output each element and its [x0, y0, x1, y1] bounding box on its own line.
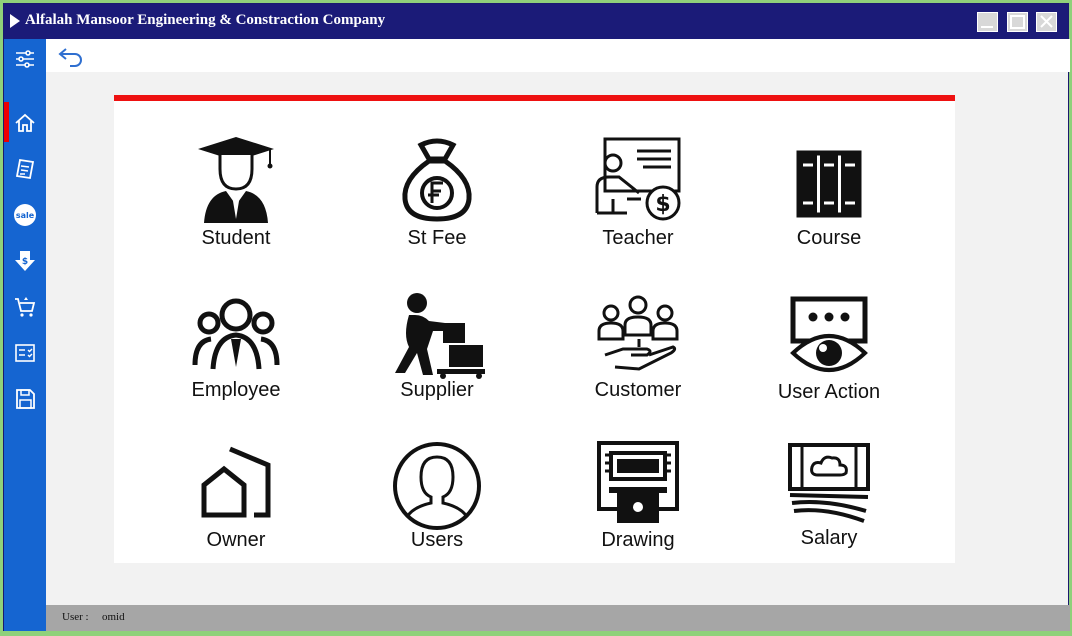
- houses-icon: [201, 446, 271, 518]
- team-icon: [192, 298, 280, 370]
- tile-users[interactable]: Users: [367, 441, 507, 571]
- graduate-icon: [198, 137, 274, 223]
- close-button[interactable]: [1036, 12, 1057, 32]
- maximize-icon: [1010, 15, 1025, 29]
- svg-text:$: $: [655, 192, 670, 217]
- tile-label: Teacher: [602, 227, 674, 249]
- tile-label: Customer: [594, 379, 682, 401]
- tile-st-fee[interactable]: St Fee: [367, 135, 507, 265]
- maximize-button[interactable]: [1007, 12, 1028, 32]
- tile-label: Course: [796, 227, 862, 249]
- tile-label: Owner: [206, 529, 266, 551]
- atm-icon: [597, 441, 679, 523]
- tile-owner[interactable]: Owner: [166, 441, 306, 571]
- tile-label: Salary: [800, 527, 858, 549]
- sidebar-item-payment[interactable]: $: [4, 243, 46, 279]
- svg-text:sale: sale: [16, 211, 35, 220]
- sale-badge-icon: sale: [14, 204, 36, 226]
- teacher-board-icon: $: [595, 137, 681, 221]
- customers-hand-icon: [597, 295, 679, 371]
- settings-sliders-icon: [16, 50, 34, 68]
- sidebar: sale $: [4, 39, 46, 631]
- tile-label: St Fee: [407, 227, 467, 249]
- cart-return-icon: [15, 297, 36, 317]
- app-window: Alfalah Mansoor Engineering & Constracti…: [3, 3, 1070, 631]
- sidebar-item-sale[interactable]: sale: [4, 197, 46, 233]
- minimize-button[interactable]: [977, 12, 998, 32]
- sidebar-item-checklist[interactable]: [4, 335, 46, 371]
- status-bar: User : omid: [46, 605, 1070, 631]
- window-title: Alfalah Mansoor Engineering & Constracti…: [25, 12, 386, 28]
- sidebar-item-settings[interactable]: [4, 41, 46, 77]
- back-arrow-icon[interactable]: [58, 45, 84, 67]
- tile-salary[interactable]: Salary: [759, 441, 899, 571]
- dashboard-panel: Student St Fee $ Teacher Course Employee…: [114, 95, 955, 563]
- tile-label: Users: [410, 529, 464, 551]
- tile-label: Student: [201, 227, 271, 249]
- tile-label: Employee: [191, 379, 281, 401]
- tile-customer[interactable]: Customer: [568, 291, 708, 421]
- tile-supplier[interactable]: Supplier: [367, 291, 507, 421]
- money-bag-icon: [402, 138, 472, 222]
- save-icon: [16, 389, 35, 409]
- tile-label: Drawing: [601, 529, 675, 551]
- sidebar-item-save[interactable]: [4, 381, 46, 417]
- title-bar[interactable]: Alfalah Mansoor Engineering & Constracti…: [4, 4, 1068, 39]
- tile-student[interactable]: Student: [166, 135, 306, 265]
- user-label: User :: [62, 611, 89, 623]
- tile-course[interactable]: Course: [759, 135, 899, 265]
- checklist-icon: [15, 344, 35, 362]
- user-value: omid: [102, 611, 125, 623]
- home-icon: [15, 113, 35, 132]
- tile-teacher[interactable]: $ Teacher: [568, 135, 708, 265]
- eye-monitor-icon: [790, 296, 868, 372]
- sidebar-item-receipt[interactable]: [4, 151, 46, 187]
- app-menu-icon[interactable]: [10, 14, 20, 28]
- download-dollar-icon: $: [15, 251, 35, 271]
- tile-employee[interactable]: Employee: [166, 291, 306, 421]
- svg-text:$: $: [22, 257, 28, 267]
- tile-label: Supplier: [400, 379, 474, 401]
- tile-drawing[interactable]: Drawing: [568, 441, 708, 571]
- books-icon: [796, 150, 862, 218]
- receipt-icon: [15, 158, 35, 180]
- user-circle-icon: [393, 442, 481, 530]
- sidebar-item-return[interactable]: [4, 289, 46, 325]
- toolbar: [46, 39, 1070, 72]
- delivery-cart-icon: [395, 293, 485, 379]
- minimize-icon: [981, 26, 993, 28]
- sidebar-item-home[interactable]: [4, 105, 46, 141]
- close-icon: [1040, 15, 1053, 28]
- tile-label: User Action: [777, 381, 881, 403]
- tile-user-action[interactable]: User Action: [759, 291, 899, 421]
- cash-icon: [788, 443, 870, 523]
